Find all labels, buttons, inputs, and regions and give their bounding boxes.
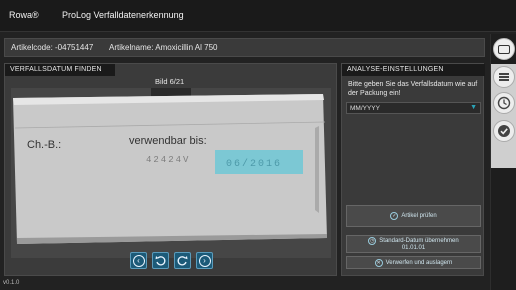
check-article-label: Artikel prüfen	[401, 213, 437, 219]
discard-icon: ✕	[374, 258, 383, 267]
standard-date-button[interactable]: ◷ Standard-Datum übernehmen 01.01.01	[346, 235, 481, 253]
analysis-settings-panel: ANALYSE-EINSTELLUNGEN Bitte geben Sie da…	[341, 63, 485, 276]
dropdown-caret-icon[interactable]: ▼	[470, 104, 477, 111]
expiry-date-input[interactable]: MM/YYYY ▼	[346, 102, 481, 114]
prev-icon[interactable]: ‹	[130, 252, 147, 269]
clock-icon[interactable]	[493, 92, 515, 114]
right-rail	[490, 34, 516, 290]
checkmark-icon[interactable]	[493, 120, 515, 142]
undo-icon[interactable]	[152, 252, 169, 269]
discard-label: Verwerfen und auslagern	[385, 259, 453, 266]
menu-icon[interactable]	[493, 38, 515, 60]
version-label: v0.1.0	[3, 280, 20, 286]
stack-icon[interactable]	[493, 66, 515, 88]
image-counter: Bild 6/21	[155, 77, 185, 86]
usable-until-label: verwendbar bis:	[129, 135, 207, 147]
app-window: Rowa® ProLog Verfalldatenerkennung Artik…	[0, 0, 516, 290]
standard-date-label: Standard-Datum übernehmen	[379, 238, 459, 244]
instruction-text: Bitte geben Sie das Verfallsdatum wie au…	[348, 81, 478, 97]
find-expiry-title: VERFALLSDATUM FINDEN	[5, 64, 115, 76]
date-input-value: MM/YYYY	[350, 105, 380, 112]
titlebar: Rowa® ProLog Verfalldatenerkennung	[0, 0, 516, 32]
package-image: Ch.-B.: verwendbar bis: 42424V 06/2016	[11, 88, 331, 258]
discard-button[interactable]: ✕ Verwerfen und auslagern	[346, 256, 481, 269]
article-info-bar: Artikelcode: -04751447 Artikelname: Amox…	[4, 38, 485, 57]
product-title: ProLog Verfalldatenerkennung	[62, 10, 184, 20]
standard-date-value: 01.01.01	[401, 245, 426, 251]
analysis-settings-title: ANALYSE-EINSTELLUNGEN	[342, 64, 485, 76]
check-article-button[interactable]: ✓ Artikel prüfen	[346, 205, 481, 227]
redo-icon[interactable]	[174, 252, 191, 269]
code-digits: 42424V	[146, 155, 190, 165]
date-digits: 06/2016	[226, 158, 282, 170]
batch-label: Ch.-B.:	[27, 139, 61, 151]
brand-label: Rowa®	[9, 10, 39, 20]
next-icon[interactable]: ›	[196, 252, 213, 269]
article-name: Artikelname: Amoxicillin Al 750	[109, 43, 218, 52]
find-expiry-panel: VERFALLSDATUM FINDEN Bild 6/21 Ch.-B.: v…	[4, 63, 337, 276]
article-code: Artikelcode: -04751447	[11, 43, 94, 52]
clock-small-icon: ◷	[368, 237, 377, 245]
check-icon: ✓	[390, 212, 399, 220]
